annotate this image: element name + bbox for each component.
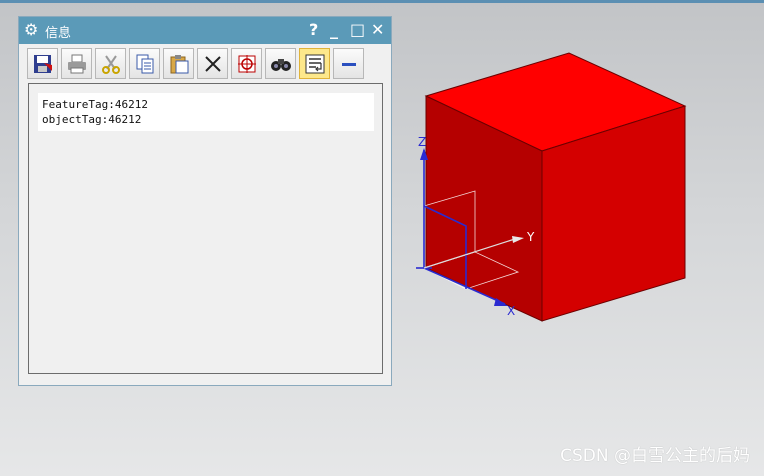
minus-icon bbox=[341, 62, 356, 66]
model-viewport[interactable]: Z X Y bbox=[400, 40, 700, 340]
info-text-area[interactable]: FeatureTag:46212 objectTag:46212 bbox=[38, 93, 374, 131]
window-top-border bbox=[0, 0, 764, 3]
gear-icon[interactable]: ⚙ bbox=[24, 19, 38, 41]
info-dialog: ⚙ 信息 ? _ □ ✕ FeatureTag:46212 objectTag:… bbox=[18, 16, 392, 386]
y-axis-label: Y bbox=[526, 230, 535, 244]
crosshair-button[interactable] bbox=[231, 48, 262, 79]
delete-icon bbox=[204, 55, 221, 72]
paste-icon bbox=[170, 54, 188, 73]
save-icon bbox=[33, 54, 52, 73]
print-icon bbox=[67, 54, 86, 73]
paste-button[interactable] bbox=[163, 48, 194, 79]
copy-icon bbox=[136, 54, 153, 73]
x-axis-label: X bbox=[507, 304, 515, 318]
word-wrap-icon bbox=[305, 54, 324, 73]
help-button[interactable]: ? bbox=[309, 19, 318, 41]
minimize-button[interactable]: _ bbox=[330, 19, 338, 41]
crosshair-icon bbox=[237, 54, 256, 73]
info-line-feature-tag: FeatureTag:46212 bbox=[42, 98, 148, 111]
close-button[interactable]: ✕ bbox=[371, 19, 384, 41]
find-button[interactable] bbox=[265, 48, 296, 79]
save-button[interactable] bbox=[27, 48, 58, 79]
cut-icon bbox=[101, 54, 120, 74]
delete-button[interactable] bbox=[197, 48, 228, 79]
copy-button[interactable] bbox=[129, 48, 160, 79]
cut-button[interactable] bbox=[95, 48, 126, 79]
print-button[interactable] bbox=[61, 48, 92, 79]
watermark: CSDN @白雪公主的后妈 bbox=[560, 446, 750, 466]
maximize-button[interactable]: □ bbox=[350, 19, 365, 41]
info-content-panel: FeatureTag:46212 objectTag:46212 bbox=[28, 83, 383, 374]
binoculars-icon bbox=[270, 58, 291, 71]
collapse-button[interactable] bbox=[333, 48, 364, 79]
dialog-titlebar[interactable]: ⚙ 信息 ? _ □ ✕ bbox=[19, 17, 391, 44]
z-axis-label: Z bbox=[418, 135, 426, 149]
word-wrap-button[interactable] bbox=[299, 48, 330, 79]
dialog-title: 信息 bbox=[45, 26, 72, 41]
info-line-object-tag: objectTag:46212 bbox=[42, 113, 142, 126]
